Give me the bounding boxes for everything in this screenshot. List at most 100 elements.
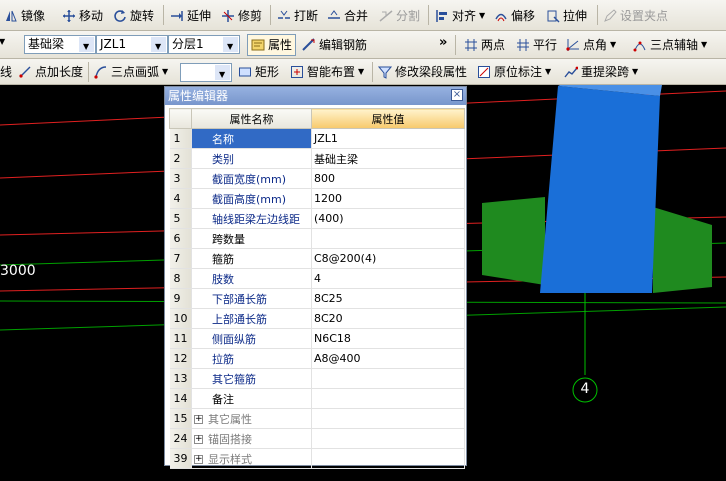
layer-select[interactable]: 分层1 ▼ xyxy=(168,35,240,54)
point-angle-button[interactable]: 点角 ▼ xyxy=(566,38,616,52)
property-value[interactable]: (400) xyxy=(311,208,465,229)
merge-button[interactable]: 合并 xyxy=(327,9,368,23)
mirror-label: 镜像 xyxy=(21,9,46,23)
three-point-aux-button[interactable]: 三点辅轴 ▼ xyxy=(633,38,707,52)
edit-rebar-label: 编辑钢筋 xyxy=(319,38,368,52)
separator xyxy=(270,5,271,25)
property-value[interactable]: N6C18 xyxy=(311,328,465,349)
expand-icon[interactable]: + xyxy=(194,435,203,444)
dialog-title: 属性编辑器 xyxy=(168,89,229,103)
property-row[interactable]: 7 箍筋 C8@200(4) xyxy=(169,248,465,269)
property-name: 其它箍筋 xyxy=(191,368,312,389)
property-group-row[interactable]: 39 + 显示样式 xyxy=(169,448,465,469)
grid-icon xyxy=(465,39,477,51)
component-name-select[interactable]: JZL1 ▼ xyxy=(96,35,168,54)
property-value[interactable]: C8@200(4) xyxy=(311,248,465,269)
property-value[interactable]: 8C25 xyxy=(311,288,465,309)
rotate-button[interactable]: 旋转 xyxy=(113,9,154,23)
two-points-button[interactable]: 两点 xyxy=(464,38,505,52)
line-label: 线 xyxy=(0,65,13,79)
property-name: 上部通长筋 xyxy=(191,308,312,329)
extend-button[interactable]: 延伸 xyxy=(170,9,211,23)
split-button[interactable]: 分割 xyxy=(379,9,420,23)
properties-button[interactable]: 属性 xyxy=(247,34,297,56)
dialog-title-bar[interactable]: 属性编辑器 × xyxy=(165,87,466,105)
parallel-button[interactable]: 平行 xyxy=(516,38,557,52)
set-pinch-button[interactable]: 设置夹点 xyxy=(603,9,668,23)
property-row[interactable]: 12 拉筋 A8@400 xyxy=(169,348,465,369)
in-place-annotation-button[interactable]: 原位标注 ▼ xyxy=(477,65,551,79)
property-value[interactable]: A8@400 xyxy=(311,348,465,369)
re-extract-span-button[interactable]: 重提梁跨 ▼ xyxy=(564,65,638,79)
property-row[interactable]: 2 类别 基础主梁 xyxy=(169,148,465,169)
chevron-down-icon: ▼ xyxy=(610,40,617,49)
property-value-header: 属性值 xyxy=(311,108,465,129)
axis-number-label: 4 xyxy=(580,381,590,397)
property-value[interactable] xyxy=(311,228,465,249)
property-row[interactable]: 5 轴线距梁左边线距 (400) xyxy=(169,208,465,229)
stretch-button[interactable]: 拉伸 xyxy=(546,9,587,23)
align-button[interactable]: 对齐 ▼ xyxy=(435,9,485,23)
property-name: 截面宽度(mm) xyxy=(191,168,312,189)
category-select[interactable]: 基础梁 ▼ xyxy=(24,35,96,54)
property-editor-dialog: 属性编辑器 × 属性名称 属性值 1 名称 JZL1 2 类别 基础主梁 3 截面宽度(mm)… xyxy=(164,86,467,469)
expand-icon[interactable]: + xyxy=(194,455,203,464)
property-row[interactable]: 10 上部通长筋 8C20 xyxy=(169,308,465,329)
property-row[interactable]: 4 截面高度(mm) 1200 xyxy=(169,188,465,209)
chevron-down-icon: ▼ xyxy=(358,67,365,76)
point-length-button[interactable]: 点加长度 xyxy=(18,65,83,79)
move-button[interactable]: 移动 xyxy=(62,9,103,23)
property-value[interactable]: 8C20 xyxy=(311,308,465,329)
arc-mode-select[interactable]: ▼ xyxy=(180,63,232,82)
row-number: 12 xyxy=(169,348,192,369)
offset-button[interactable]: 偏移 xyxy=(494,9,535,23)
merge-label: 合并 xyxy=(344,9,369,23)
property-value[interactable]: 800 xyxy=(311,168,465,189)
property-group-row[interactable]: 15 + 其它属性 xyxy=(169,408,465,429)
re-extract-span-label: 重提梁跨 xyxy=(581,65,630,79)
dimension-label: 3000 xyxy=(0,263,36,279)
property-value[interactable] xyxy=(311,368,465,389)
combo-arrow-partial[interactable]: ▼ xyxy=(0,35,8,49)
property-row[interactable]: 3 截面宽度(mm) 800 xyxy=(169,168,465,189)
close-button[interactable]: × xyxy=(451,89,463,101)
property-row[interactable]: 1 名称 JZL1 xyxy=(169,128,465,149)
trim-button[interactable]: 修剪 xyxy=(221,9,262,23)
property-group-name[interactable]: + 显示样式 xyxy=(191,448,312,469)
property-value[interactable] xyxy=(311,388,465,409)
three-point-arc-button[interactable]: 三点画弧 ▼ xyxy=(94,65,168,79)
property-row[interactable]: 9 下部通长筋 8C25 xyxy=(169,288,465,309)
property-row[interactable]: 14 备注 xyxy=(169,388,465,409)
property-value[interactable]: 4 xyxy=(311,268,465,289)
separator xyxy=(88,62,89,82)
rect-button[interactable]: 矩形 xyxy=(238,65,279,79)
expand-icon[interactable]: + xyxy=(194,415,203,424)
more-tools-button[interactable]: » xyxy=(439,36,447,50)
property-group-name[interactable]: + 其它属性 xyxy=(191,408,312,429)
property-value[interactable]: JZL1 xyxy=(311,128,465,149)
property-value[interactable]: 1200 xyxy=(311,188,465,209)
property-row[interactable]: 6 跨数量 xyxy=(169,228,465,249)
row-number: 13 xyxy=(169,368,192,389)
mirror-button[interactable]: 镜像 xyxy=(4,9,45,23)
split-label: 分割 xyxy=(396,9,421,23)
property-row[interactable]: 8 肢数 4 xyxy=(169,268,465,289)
chevron-down-icon: ▼ xyxy=(701,40,708,49)
line-button[interactable]: 线 xyxy=(0,65,12,79)
merge-icon xyxy=(328,10,340,19)
modify-span-button[interactable]: 修改梁段属性 xyxy=(378,65,467,79)
more-tools-label: » xyxy=(439,35,448,50)
edit-toolbar: 镜像 移动 旋转 延伸 修剪 打断 合并 分割 对齐 ▼ 偏移 拉伸 设置夹点 xyxy=(0,0,726,31)
property-group-name[interactable]: + 锚固搭接 xyxy=(191,428,312,449)
property-row[interactable]: 11 侧面纵筋 N6C18 xyxy=(169,328,465,349)
edit-rebar-button[interactable]: 编辑钢筋 xyxy=(302,38,367,52)
break-button[interactable]: 打断 xyxy=(277,9,318,23)
property-value[interactable]: 基础主梁 xyxy=(311,148,465,169)
smart-layout-button[interactable]: 智能布置 ▼ xyxy=(290,65,364,79)
row-number: 3 xyxy=(169,168,192,189)
trim-label: 修剪 xyxy=(238,9,263,23)
property-group-row[interactable]: 24 + 锚固搭接 xyxy=(169,428,465,449)
property-name: 备注 xyxy=(191,388,312,409)
property-row[interactable]: 13 其它箍筋 xyxy=(169,368,465,389)
row-number: 11 xyxy=(169,328,192,349)
